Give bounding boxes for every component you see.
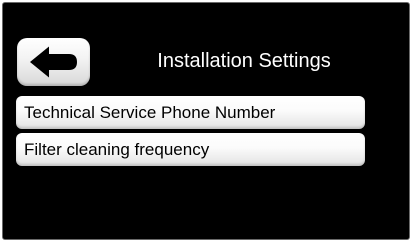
menu-item-technical-service-phone-number[interactable]: Technical Service Phone Number: [16, 96, 365, 129]
back-button[interactable]: [17, 38, 90, 86]
back-arrow-icon: [30, 46, 77, 78]
menu-item-filter-cleaning-frequency[interactable]: Filter cleaning frequency: [16, 133, 365, 166]
page-title: Installation Settings: [157, 50, 331, 72]
installation-settings-screen: Installation Settings Technical Service …: [2, 2, 410, 240]
